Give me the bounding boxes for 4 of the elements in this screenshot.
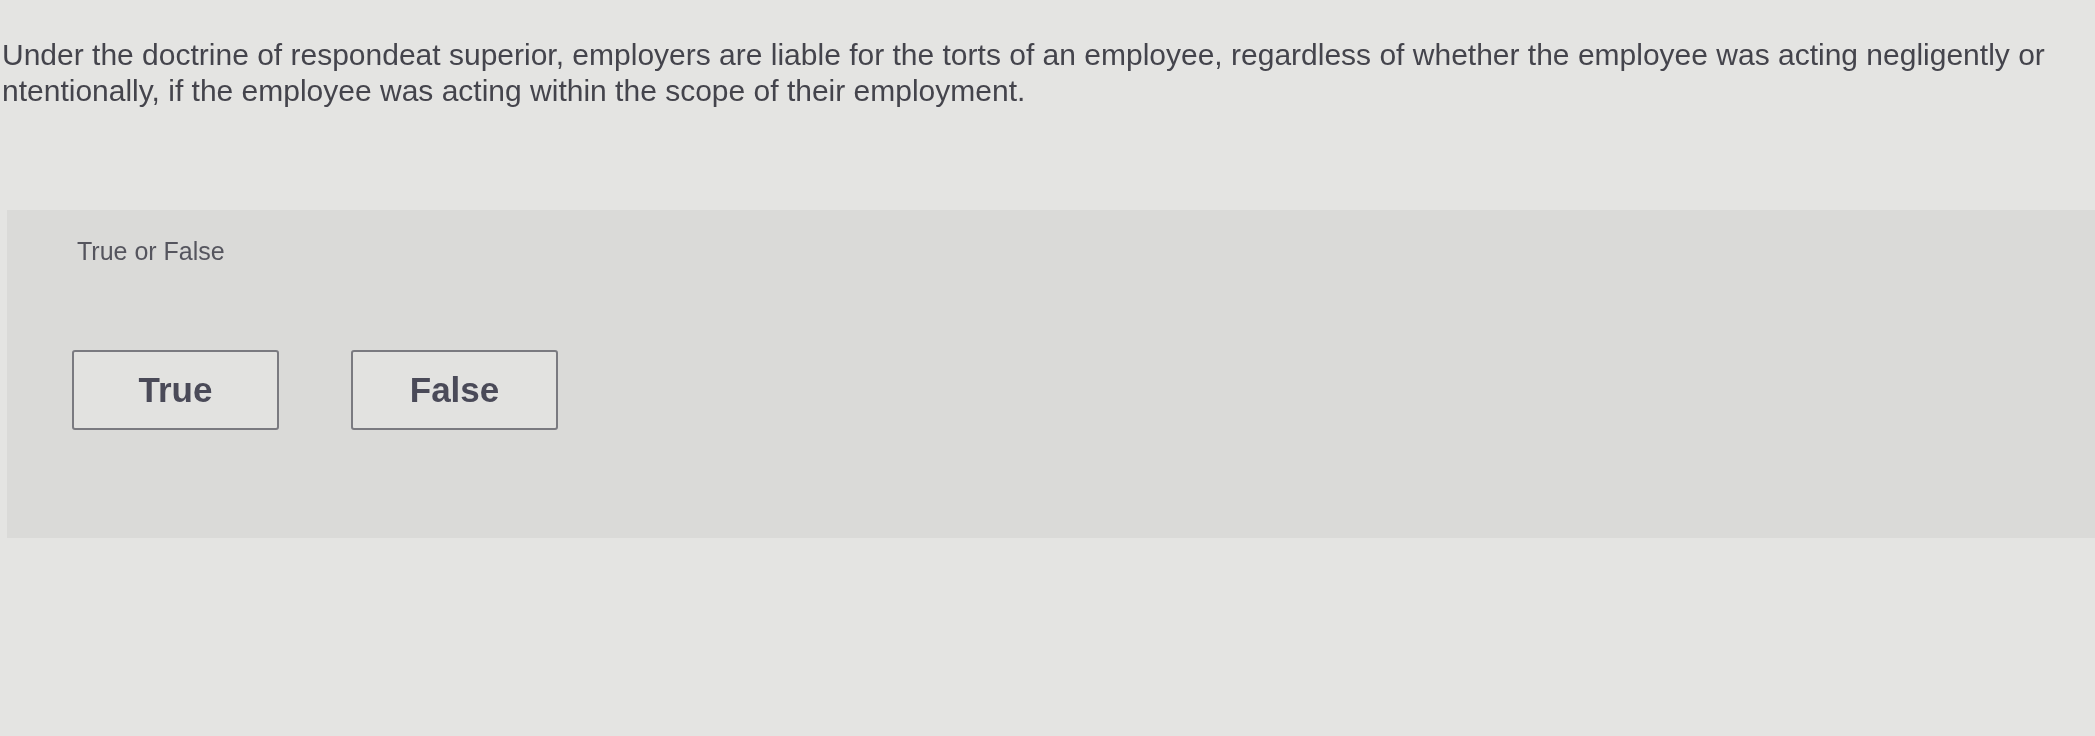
answer-option-button[interactable]: False <box>351 350 558 430</box>
answer-option-button[interactable]: True <box>72 350 279 430</box>
prompt-label: True or False <box>77 237 225 265</box>
question-text: Under the doctrine of respondeat superior, employers are liable for the torts of an employee, regardless of whether the employee was acting negligently or ntentionally, if the employee was acting within the scope of their employment. <box>2 37 2046 109</box>
